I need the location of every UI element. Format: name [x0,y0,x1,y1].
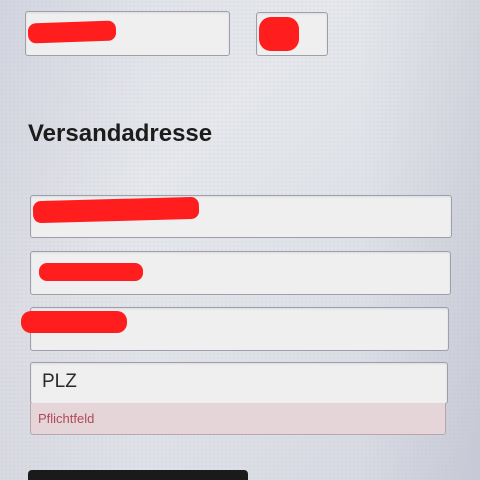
postal-code-input[interactable] [30,362,448,404]
next-section-heading-cutoff [28,470,248,480]
shipping-street-field[interactable] [21,307,449,351]
shipping-company-field[interactable] [30,251,451,295]
redaction-mark [32,196,200,224]
redaction-mark [21,311,127,333]
name-field[interactable] [25,11,230,56]
redaction-mark [39,263,143,281]
shipping-name-field[interactable] [30,195,452,238]
postal-code-error-message: Pflichtfeld [38,411,95,426]
shipping-address-heading: Versandadresse [28,120,213,147]
redaction-mark [259,17,299,51]
redaction-mark [27,20,117,44]
postal-code-placeholder: PLZ [42,371,77,392]
house-number-field[interactable] [256,12,328,56]
